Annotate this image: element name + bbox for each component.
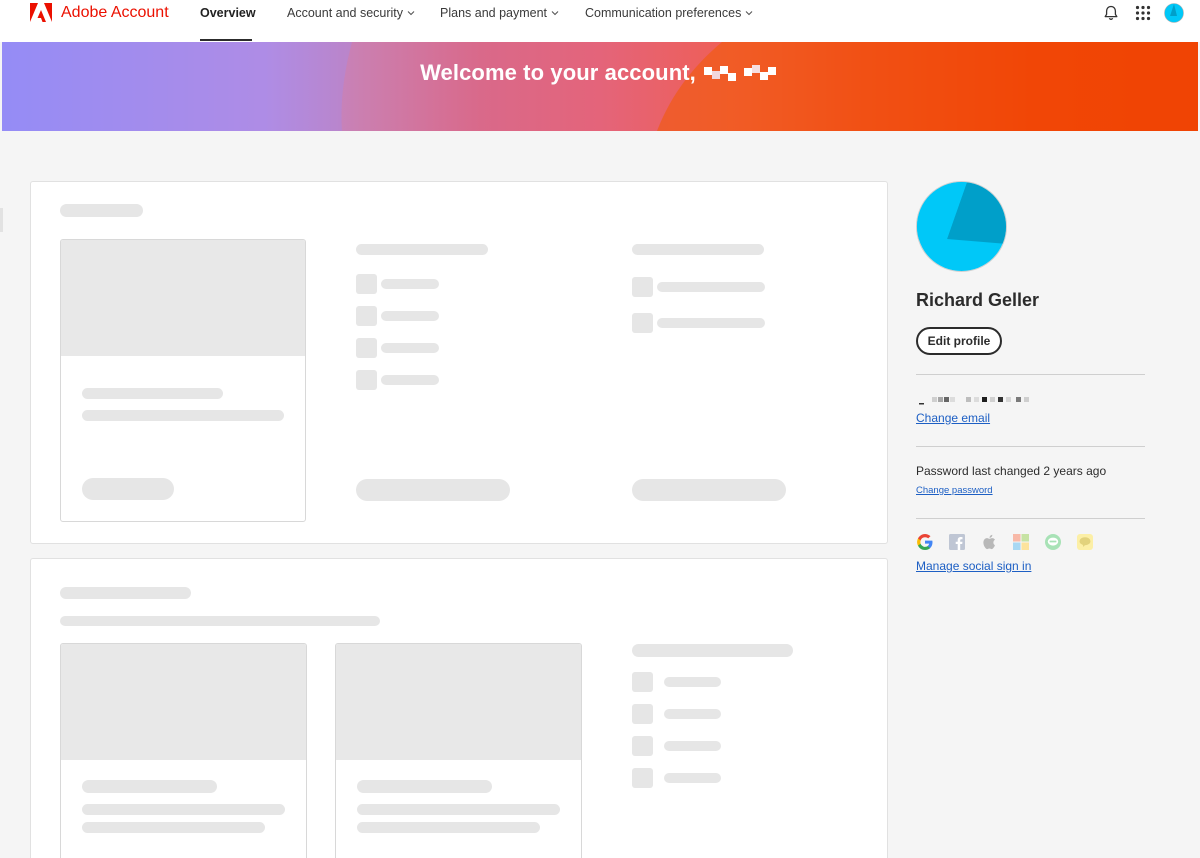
divider	[916, 518, 1145, 519]
skeleton-line	[357, 804, 560, 815]
line-icon	[1044, 533, 1062, 551]
skeleton-icon	[632, 704, 653, 724]
tab-account-and-security-label: Account and security	[287, 6, 404, 20]
change-password-link[interactable]: Change password	[916, 485, 993, 496]
brand[interactable]: Adobe Account	[30, 3, 169, 23]
apple-icon	[980, 533, 998, 551]
skeleton-line	[664, 677, 721, 687]
bell-icon[interactable]	[1101, 3, 1121, 23]
tab-overview[interactable]: Overview	[200, 0, 256, 42]
skeleton-tile	[335, 643, 582, 858]
skeleton-line	[381, 343, 439, 353]
change-email-link[interactable]: Change email	[916, 411, 990, 425]
microsoft-icon	[1012, 533, 1030, 551]
redacted-username	[703, 65, 776, 81]
tab-communication-preferences[interactable]: Communication preferences	[585, 0, 753, 42]
skeleton-line	[381, 279, 439, 289]
tab-communication-preferences-label: Communication preferences	[585, 6, 742, 20]
skeleton-heading	[632, 244, 764, 255]
google-icon	[916, 533, 934, 551]
edit-profile-button[interactable]: Edit profile	[916, 327, 1002, 355]
skeleton-button	[82, 478, 174, 500]
skeleton-image	[61, 240, 305, 356]
skeleton-icon	[356, 338, 377, 358]
profile-avatar[interactable]	[916, 181, 1007, 272]
skeleton-icon	[632, 736, 653, 756]
chevron-down-icon	[551, 11, 559, 16]
tab-overview-label: Overview	[200, 6, 256, 20]
skeleton-line	[664, 773, 721, 783]
skeleton-icon	[632, 672, 653, 692]
skeleton-icon	[632, 313, 653, 333]
skeleton-heading	[356, 244, 488, 255]
left-edge-divider	[0, 208, 3, 232]
skeleton-icon	[632, 768, 653, 788]
skeleton-image	[336, 644, 581, 760]
tab-plans-and-payment[interactable]: Plans and payment	[440, 0, 559, 42]
password-status: Password last changed 2 years ago	[916, 464, 1107, 478]
skeleton-line	[381, 375, 439, 385]
skeleton-title	[60, 587, 191, 599]
brand-name: Adobe Account	[61, 4, 169, 21]
skeleton-button	[632, 479, 786, 501]
skeleton-icon	[356, 274, 377, 294]
skeleton-icon	[632, 277, 653, 297]
plans-card-skeleton	[30, 181, 888, 544]
chevron-down-icon	[745, 11, 753, 16]
manage-social-sign-in-link[interactable]: Manage social sign in	[916, 559, 1031, 573]
skeleton-subtitle	[60, 616, 380, 626]
divider	[916, 446, 1145, 447]
skeleton-icon	[356, 370, 377, 390]
skeleton-line	[381, 311, 439, 321]
skeleton-button	[356, 479, 510, 501]
skeleton-tile	[60, 643, 307, 858]
skeleton-line	[82, 410, 284, 421]
avatar[interactable]	[1164, 3, 1184, 23]
skeleton-line	[82, 388, 223, 399]
chevron-down-icon	[407, 11, 415, 16]
tab-account-and-security[interactable]: Account and security	[287, 0, 415, 42]
facebook-icon	[948, 533, 966, 551]
skeleton-line	[664, 709, 721, 719]
welcome-heading: Welcome to your account,	[2, 60, 1198, 86]
skeleton-line	[82, 822, 265, 833]
skeleton-line	[82, 780, 217, 793]
skeleton-line	[357, 780, 492, 793]
skeleton-image	[61, 644, 306, 760]
profile-name: Richard Geller	[916, 290, 1040, 310]
skeleton-heading	[632, 644, 793, 657]
divider	[916, 374, 1145, 375]
skeleton-icon	[356, 306, 377, 326]
kakaotalk-icon	[1076, 533, 1094, 551]
skeleton-line	[657, 282, 765, 292]
banner-wave-decoration	[2, 42, 1198, 131]
welcome-banner: Welcome to your account,	[2, 42, 1198, 131]
top-navigation: Adobe Account Overview Account and secur…	[0, 0, 1200, 42]
welcome-text: Welcome to your account,	[420, 60, 696, 85]
skeleton-line	[657, 318, 765, 328]
skeleton-line	[664, 741, 721, 751]
app-grid-icon[interactable]	[1133, 3, 1153, 23]
skeleton-line	[357, 822, 540, 833]
redacted-email	[919, 397, 1029, 405]
adobe-logo-icon	[30, 3, 52, 22]
apps-card-skeleton	[30, 558, 888, 858]
skeleton-title	[60, 204, 143, 217]
skeleton-line	[82, 804, 285, 815]
tab-plans-and-payment-label: Plans and payment	[440, 6, 548, 20]
social-accounts-row	[916, 533, 1094, 551]
skeleton-tile	[60, 239, 306, 522]
